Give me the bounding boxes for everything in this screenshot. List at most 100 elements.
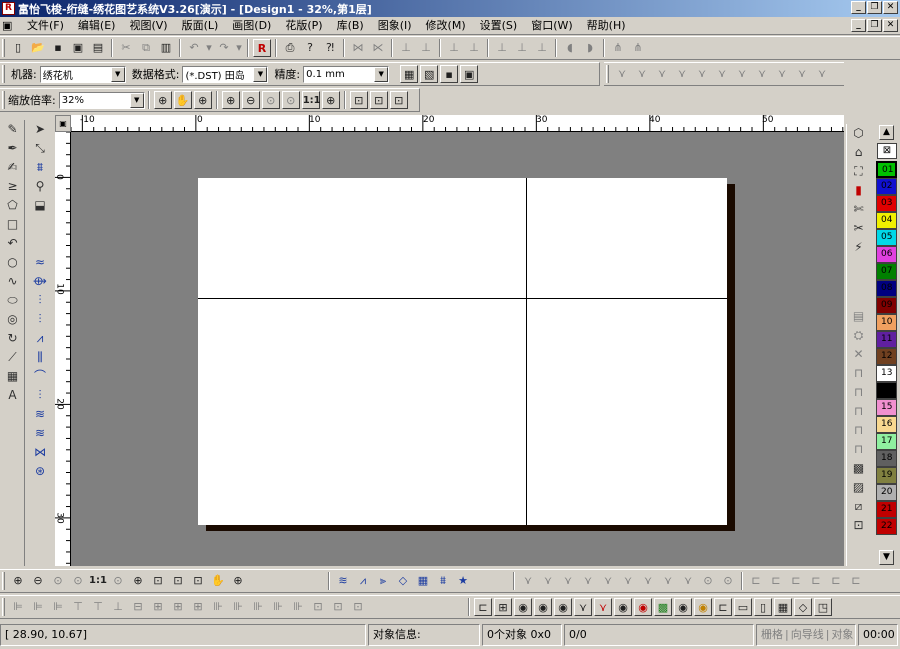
doc-menu-icon[interactable]: ▣ xyxy=(0,18,20,34)
edit-tool-6-icon[interactable]: ⋎ xyxy=(619,572,637,590)
menu-pattern[interactable]: 花版(P) xyxy=(278,18,329,34)
density-10-icon[interactable]: ⊥ xyxy=(445,39,463,57)
zoom-previous-icon[interactable]: ⊙ xyxy=(261,91,280,109)
stitch-pattern-10-icon[interactable]: ⋎ xyxy=(793,65,811,83)
toolbar-grip[interactable] xyxy=(2,598,5,616)
menu-draw[interactable]: 画图(D) xyxy=(225,18,278,34)
arrange-3-icon[interactable]: ⊏ xyxy=(787,572,805,590)
stitch-pattern-8-icon[interactable]: ⋎ xyxy=(753,65,771,83)
stitch-pattern-6-icon[interactable]: ⋎ xyxy=(713,65,731,83)
zoom-previous-icon[interactable]: ⊙ xyxy=(49,572,67,590)
stitch-view-5-icon[interactable]: ▦ xyxy=(414,572,432,590)
image-icon[interactable]: ▩ xyxy=(849,459,869,478)
save-icon[interactable]: ▪ xyxy=(49,39,67,57)
view-mode-6-icon[interactable]: ⋎ xyxy=(574,598,592,616)
color-swatch-10[interactable]: 10 xyxy=(876,314,897,331)
color-swatch-20[interactable]: 20 xyxy=(876,484,897,501)
menu-view[interactable]: 视图(V) xyxy=(122,18,174,34)
zoom-in-icon[interactable]: ⊕ xyxy=(221,91,240,109)
cut-icon[interactable]: ✂ xyxy=(117,39,135,57)
toolbar-grip[interactable] xyxy=(2,39,5,57)
zoom-tool-icon[interactable]: ⊕ xyxy=(229,572,247,590)
size-3-icon[interactable]: ⊡ xyxy=(349,598,367,616)
shape-tool-1-icon[interactable]: ◖ xyxy=(561,39,579,57)
stitch-pattern-7-icon[interactable]: ⋎ xyxy=(733,65,751,83)
menu-file[interactable]: 文件(F) xyxy=(20,18,71,34)
arrange-6-icon[interactable]: ⊏ xyxy=(847,572,865,590)
size-2-icon[interactable]: ⊡ xyxy=(329,598,347,616)
arrange-2-icon[interactable]: ⊏ xyxy=(767,572,785,590)
motif-stitch-icon[interactable]: ≋ xyxy=(30,424,50,443)
palette-scroll-up-button[interactable]: ▲ xyxy=(879,125,894,140)
show-icon[interactable]: ⊓ xyxy=(849,421,869,440)
view-mode-5-icon[interactable]: ◉ xyxy=(554,598,572,616)
menu-image[interactable]: 图象(I) xyxy=(371,18,419,34)
color-swatch-17[interactable]: 17 xyxy=(876,433,897,450)
frame-icon[interactable]: ⊡ xyxy=(849,516,869,535)
space-5-icon[interactable]: ⊪ xyxy=(289,598,307,616)
edit-tool-2-icon[interactable]: ⋎ xyxy=(539,572,557,590)
space-1-icon[interactable]: ⊪ xyxy=(209,598,227,616)
arrange-1-icon[interactable]: ⊏ xyxy=(747,572,765,590)
print-icon[interactable]: ⎙ xyxy=(281,39,299,57)
edit-tool-3-icon[interactable]: ⋎ xyxy=(559,572,577,590)
zoom-fit-icon[interactable]: ⊕ xyxy=(321,91,340,109)
color-block-icon[interactable]: ▮ xyxy=(849,181,869,200)
magnifier-icon[interactable]: ⚲ xyxy=(30,177,50,196)
node-edit-icon[interactable]: ⤡ xyxy=(30,139,50,158)
align-1-icon[interactable]: ⊥ xyxy=(397,39,415,57)
distribute-4-icon[interactable]: ⊞ xyxy=(189,598,207,616)
actual-size-button[interactable]: 1:1 xyxy=(301,91,321,109)
envelope-icon[interactable]: ⌂ xyxy=(849,143,869,162)
align-right-icon[interactable]: ⊫ xyxy=(49,598,67,616)
view-mode-18-icon[interactable]: ◳ xyxy=(814,598,832,616)
machine-settings-icon[interactable]: ▦ xyxy=(400,65,419,83)
needle-tool-icon[interactable]: ⬓ xyxy=(30,196,50,215)
grid-icon[interactable]: ▦ xyxy=(3,367,23,386)
zoom-select-icon[interactable]: ⊕ xyxy=(153,91,172,109)
bean-stitch-icon[interactable]: ⟴ xyxy=(30,272,50,291)
arrange-4-icon[interactable]: ⊏ xyxy=(807,572,825,590)
horizontal-ruler[interactable]: -10 0 10 20 30 40 50 xyxy=(71,115,844,132)
embroidery-hoop-page[interactable] xyxy=(198,178,727,525)
edit-tool-1-icon[interactable]: ⋎ xyxy=(519,572,537,590)
zoom-selection-icon[interactable]: ⊕ xyxy=(129,572,147,590)
object-snap-toggle[interactable]: 对象 xyxy=(831,625,853,645)
chain-stitch-icon[interactable]: ⋈ xyxy=(30,443,50,462)
no-color-swatch[interactable]: ⊠ xyxy=(877,143,897,159)
toolbar-grip[interactable] xyxy=(606,65,609,83)
layer-icon[interactable]: ▤ xyxy=(849,307,869,326)
edit-tool-10-icon[interactable]: ⊙ xyxy=(699,572,717,590)
context-help-icon[interactable]: ⁈ xyxy=(321,39,339,57)
stitch-pattern-9-icon[interactable]: ⋎ xyxy=(773,65,791,83)
text-tool-icon[interactable]: A xyxy=(3,386,23,405)
space-3-icon[interactable]: ⊪ xyxy=(249,598,267,616)
undo-icon[interactable]: ↶ xyxy=(185,39,203,57)
pan-hand-icon[interactable]: ✋ xyxy=(173,91,192,109)
zoom-window-icon[interactable]: ⊙ xyxy=(109,572,127,590)
size-1-icon[interactable]: ⊡ xyxy=(309,598,327,616)
lock-icon[interactable]: ⊓ xyxy=(849,364,869,383)
select-arrow-icon[interactable]: ➤ xyxy=(30,120,50,139)
doc-restore-button[interactable]: ❐ xyxy=(867,19,882,32)
align-bottom-icon[interactable]: ⊥ xyxy=(109,598,127,616)
color-swatch-03[interactable]: 03 xyxy=(876,195,897,212)
vertical-ruler[interactable]: 0 10 20 30 xyxy=(55,132,71,566)
zigzag-line-icon[interactable]: ≥ xyxy=(3,177,23,196)
richpeace-logo-icon[interactable]: R xyxy=(253,39,271,57)
density-100c-icon[interactable]: ⊥ xyxy=(533,39,551,57)
stitch-pattern-2-icon[interactable]: ⋎ xyxy=(633,65,651,83)
spiral-icon[interactable]: ◎ xyxy=(3,310,23,329)
zoom-next-icon[interactable]: ⊙ xyxy=(281,91,300,109)
color-swatch-14[interactable]: 14 xyxy=(876,382,897,399)
view-mode-15-icon[interactable]: ▯ xyxy=(754,598,772,616)
stitch-edit-icon[interactable]: ⩩ xyxy=(30,158,50,177)
view-mode-16-icon[interactable]: ▦ xyxy=(774,598,792,616)
color-swatch-04[interactable]: 04 xyxy=(876,212,897,229)
diagonal-icon[interactable]: ⧄ xyxy=(849,497,869,516)
toolbar-grip[interactable] xyxy=(2,91,5,109)
cross-stitch-icon[interactable]: ⫶ xyxy=(30,386,50,405)
chevron-down-icon[interactable]: ▼ xyxy=(129,92,144,108)
zoom-selection-icon[interactable]: ⊡ xyxy=(389,91,408,109)
machine-select[interactable]: 绣花机 ▼ xyxy=(39,65,126,83)
